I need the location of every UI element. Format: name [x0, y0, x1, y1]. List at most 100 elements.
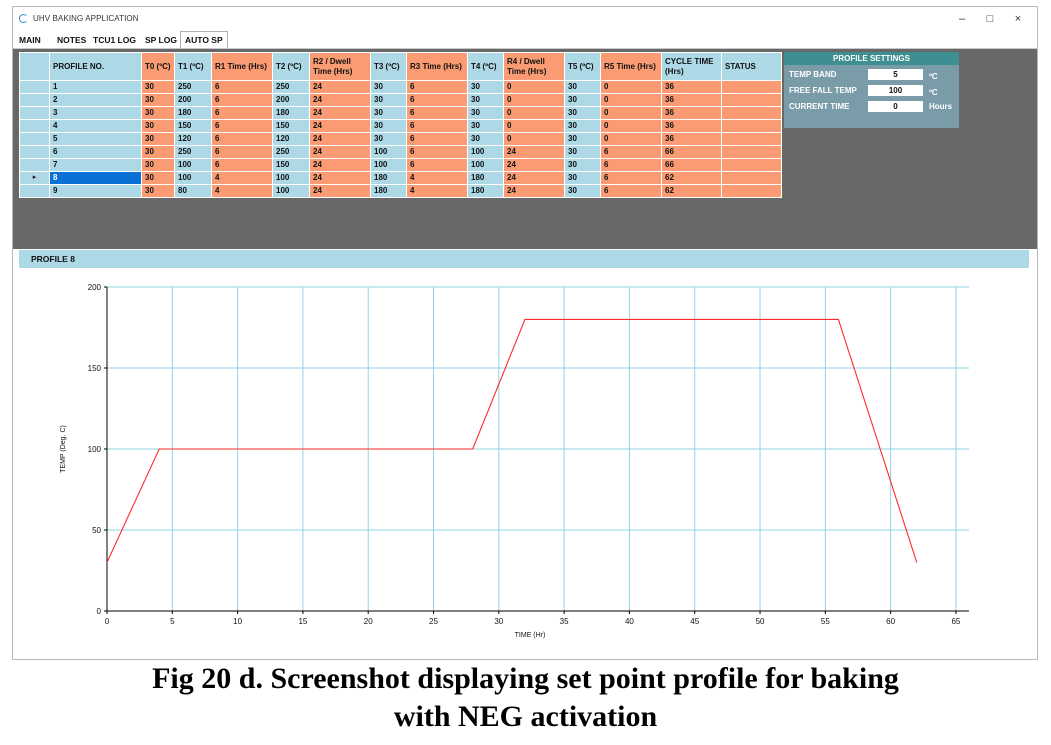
table-cell[interactable]: 24 — [309, 145, 371, 159]
table-cell[interactable]: 0 — [600, 80, 662, 94]
table-cell[interactable]: 6 — [211, 119, 273, 133]
column-header[interactable]: PROFILE NO. — [49, 52, 142, 81]
table-cell[interactable]: 150 — [272, 119, 310, 133]
column-header[interactable]: STATUS — [721, 52, 782, 81]
table-cell[interactable]: 200 — [272, 93, 310, 107]
table-cell[interactable]: 30 — [564, 119, 601, 133]
table-cell[interactable] — [721, 171, 782, 185]
row-selector[interactable] — [19, 93, 50, 107]
table-cell[interactable]: 30 — [564, 158, 601, 172]
column-header[interactable]: R5 Time (Hrs) — [600, 52, 662, 81]
table-row[interactable]: 7 30 100 6 150 24 100 6 100 24 30 6 66 — [19, 158, 782, 172]
table-cell[interactable]: 30 — [370, 93, 407, 107]
maximize-button[interactable]: □ — [979, 11, 1001, 27]
table-cell[interactable]: 4 — [211, 171, 273, 185]
table-cell[interactable]: 6 — [406, 145, 468, 159]
table-cell[interactable]: 0 — [600, 132, 662, 146]
table-cell[interactable]: 24 — [503, 158, 565, 172]
table-cell[interactable]: 100 — [370, 158, 407, 172]
current-time-field[interactable]: 0 — [868, 101, 923, 112]
table-cell[interactable]: 24 — [309, 80, 371, 94]
table-cell[interactable]: 30 — [564, 106, 601, 120]
table-cell[interactable]: 6 — [600, 171, 662, 185]
table-cell[interactable]: 30 — [141, 132, 175, 146]
table-cell[interactable]: 30 — [564, 80, 601, 94]
close-button[interactable]: × — [1007, 11, 1029, 27]
table-cell[interactable] — [721, 145, 782, 159]
row-selector[interactable] — [19, 80, 50, 94]
table-cell[interactable]: 6 — [600, 184, 662, 198]
table-row[interactable]: 4 30 150 6 150 24 30 6 30 0 30 0 36 — [19, 119, 782, 133]
table-cell[interactable]: 6 — [406, 119, 468, 133]
table-cell[interactable]: 30 — [467, 80, 504, 94]
table-cell[interactable] — [721, 106, 782, 120]
table-cell[interactable]: 250 — [174, 145, 212, 159]
table-row[interactable]: 9 30 80 4 100 24 180 4 180 24 30 6 62 — [19, 184, 782, 198]
column-header[interactable]: T0 (ºC) — [141, 52, 175, 81]
table-cell[interactable]: 250 — [272, 145, 310, 159]
table-cell[interactable]: 120 — [174, 132, 212, 146]
table-cell[interactable]: 0 — [503, 119, 565, 133]
table-cell[interactable]: 62 — [661, 184, 722, 198]
table-cell[interactable]: 24 — [309, 132, 371, 146]
table-cell[interactable]: 180 — [467, 184, 504, 198]
table-cell[interactable]: 120 — [272, 132, 310, 146]
table-cell[interactable]: 6 — [406, 106, 468, 120]
table-row[interactable]: 1 30 250 6 250 24 30 6 30 0 30 0 36 — [19, 80, 782, 94]
table-cell[interactable]: 180 — [370, 171, 407, 185]
table-cell[interactable]: 30 — [467, 93, 504, 107]
table-cell[interactable]: 0 — [503, 93, 565, 107]
table-cell[interactable]: 30 — [141, 80, 175, 94]
column-header[interactable]: R1 Time (Hrs) — [211, 52, 273, 81]
column-header[interactable]: R3 Time (Hrs) — [406, 52, 468, 81]
table-cell[interactable]: 30 — [564, 145, 601, 159]
table-cell[interactable]: 6 — [211, 132, 273, 146]
table-cell[interactable]: 6 — [406, 93, 468, 107]
table-cell[interactable]: 30 — [467, 132, 504, 146]
minimize-button[interactable]: – — [951, 11, 973, 27]
tab-sp-log[interactable]: SP LOG — [141, 33, 181, 47]
table-cell[interactable]: 1 — [49, 80, 142, 94]
column-header[interactable]: R4 / Dwell Time (Hrs) — [503, 52, 565, 81]
table-cell[interactable]: 0 — [503, 132, 565, 146]
tab-main[interactable]: MAIN — [15, 33, 45, 47]
table-cell[interactable]: 30 — [564, 184, 601, 198]
table-cell[interactable]: 36 — [661, 119, 722, 133]
table-cell[interactable]: 36 — [661, 106, 722, 120]
table-cell[interactable]: 62 — [661, 171, 722, 185]
column-header[interactable]: CYCLE TIME (Hrs) — [661, 52, 722, 81]
table-cell[interactable]: 100 — [174, 171, 212, 185]
table-cell[interactable]: 250 — [174, 80, 212, 94]
table-cell[interactable] — [721, 132, 782, 146]
table-cell[interactable]: 6 — [211, 93, 273, 107]
table-cell[interactable]: 4 — [211, 184, 273, 198]
table-row[interactable]: 6 30 250 6 250 24 100 6 100 24 30 6 66 — [19, 145, 782, 159]
row-selector[interactable] — [19, 145, 50, 159]
table-cell[interactable]: 180 — [467, 171, 504, 185]
table-cell[interactable]: 100 — [174, 158, 212, 172]
column-header[interactable]: T3 (ºC) — [370, 52, 407, 81]
table-cell[interactable]: 100 — [272, 171, 310, 185]
table-cell[interactable]: 150 — [272, 158, 310, 172]
table-cell[interactable]: 9 — [49, 184, 142, 198]
table-cell[interactable]: 6 — [211, 106, 273, 120]
column-header[interactable]: T1 (ºC) — [174, 52, 212, 81]
table-cell[interactable]: 180 — [174, 106, 212, 120]
table-cell[interactable]: 24 — [503, 145, 565, 159]
table-cell[interactable]: 180 — [370, 184, 407, 198]
table-cell[interactable]: 30 — [467, 106, 504, 120]
table-cell[interactable]: 30 — [370, 80, 407, 94]
table-cell[interactable]: 0 — [600, 119, 662, 133]
temp-band-field[interactable]: 5 — [868, 69, 923, 80]
table-row[interactable]: 3 30 180 6 180 24 30 6 30 0 30 0 36 — [19, 106, 782, 120]
table-cell[interactable]: 30 — [141, 93, 175, 107]
table-cell[interactable]: 30 — [141, 145, 175, 159]
table-cell[interactable]: 30 — [467, 119, 504, 133]
table-row[interactable]: 2 30 200 6 200 24 30 6 30 0 30 0 36 — [19, 93, 782, 107]
table-cell[interactable]: 7 — [49, 158, 142, 172]
table-cell[interactable]: 3 — [49, 106, 142, 120]
table-cell[interactable]: 100 — [467, 158, 504, 172]
table-cell[interactable]: 30 — [141, 106, 175, 120]
table-cell[interactable]: 180 — [272, 106, 310, 120]
table-cell[interactable]: 24 — [309, 106, 371, 120]
